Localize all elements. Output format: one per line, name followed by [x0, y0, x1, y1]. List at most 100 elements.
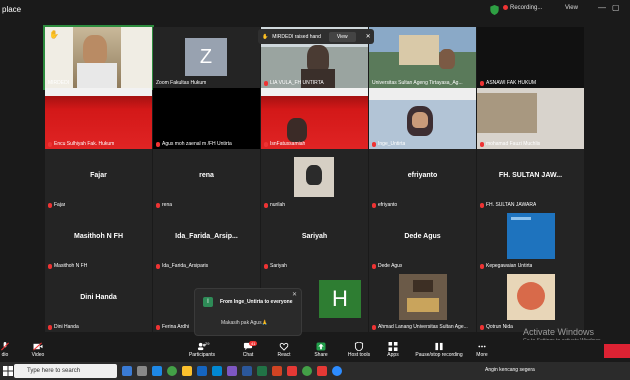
- muted-mic-icon: [480, 263, 484, 269]
- windows-taskbar: Type here to search Angin kencang segera: [0, 362, 630, 380]
- app-icon[interactable]: [227, 366, 237, 376]
- participants-button[interactable]: 29 Participants: [185, 341, 219, 358]
- participant-name: Inge_Untirta: [372, 141, 405, 147]
- participant-name: Kepegawaian Untirta: [480, 263, 532, 269]
- chrome-icon[interactable]: [302, 366, 312, 376]
- participant-tile[interactable]: Encu Sulhiyah Fak. Hukum: [45, 88, 152, 149]
- muted-mic-icon: [480, 324, 484, 330]
- task-view-icon[interactable]: [122, 366, 132, 376]
- title-bar: place Recording... View — ▢: [0, 0, 630, 22]
- mic-icon: [1, 342, 9, 351]
- widgets-icon[interactable]: [137, 366, 147, 376]
- close-icon[interactable]: ✕: [292, 291, 297, 298]
- security-shield-icon[interactable]: [490, 5, 499, 15]
- weather-notification[interactable]: Angin kencang segera: [485, 367, 535, 373]
- share-icon: [316, 342, 326, 351]
- participant-tile[interactable]: ASNAWI FAK HUKUM: [477, 27, 584, 88]
- recording-indicator[interactable]: Recording...: [503, 5, 542, 11]
- participant-tile[interactable]: Ahmad Lanang Universitas Sultan Age...: [369, 271, 476, 332]
- participant-tile[interactable]: Inge_Untirta: [369, 88, 476, 149]
- chat-message: Makasih pak Agus🙏: [221, 320, 268, 326]
- raised-hand-icon: ✋: [49, 30, 59, 39]
- participant-name: Masithoh N FH: [48, 263, 87, 269]
- participant-tile[interactable]: Z Zoom Fakultas Hukum: [153, 27, 260, 88]
- chat-button[interactable]: 41 Chat: [231, 341, 265, 358]
- audio-button[interactable]: dio: [0, 342, 22, 358]
- share-button[interactable]: Share: [304, 342, 338, 358]
- shield-icon: [354, 342, 364, 351]
- muted-mic-icon: [480, 202, 484, 208]
- participant-display-name: Fajar: [90, 172, 107, 179]
- more-button[interactable]: More: [465, 342, 499, 358]
- participant-tile[interactable]: nurilah: [261, 149, 368, 210]
- participant-display-name: rena: [199, 172, 214, 179]
- store-icon[interactable]: [197, 366, 207, 376]
- participant-tile[interactable]: Dini Handa Dini Handa: [45, 271, 152, 332]
- participant-name: Dini Handa: [48, 324, 79, 330]
- participant-tile[interactable]: mohamad Fauzi Muchlis: [477, 88, 584, 149]
- participant-tile[interactable]: efriyanto efriyanto: [369, 149, 476, 210]
- mail-icon[interactable]: [212, 366, 222, 376]
- react-button[interactable]: React: [267, 342, 301, 358]
- participant-tile[interactable]: Dede Agus Dede Agus: [369, 210, 476, 271]
- view-button[interactable]: View: [565, 5, 578, 11]
- participant-tile[interactable]: Masithoh N FH Masithoh N FH: [45, 210, 152, 271]
- participant-tile[interactable]: Universitas Sultan Ageng Tirtayasa_Ag...: [369, 27, 476, 88]
- muted-mic-icon: [156, 141, 160, 147]
- participant-tile[interactable]: Ida_Farida_Arsip... Ida_Farida_Arsiparis: [153, 210, 260, 271]
- maximize-icon[interactable]: ▢: [612, 3, 620, 12]
- avatar: H: [319, 280, 361, 318]
- participant-name: mohamad Fauzi Muchlis: [480, 141, 540, 147]
- participant-name: Encu Sulhiyah Fak. Hukum: [48, 141, 114, 147]
- participant-name: Dede Agus: [372, 263, 402, 269]
- heart-icon: [279, 342, 289, 351]
- host-tools-button[interactable]: Host tools: [342, 342, 376, 358]
- participant-tile[interactable]: Qotrun Nida: [477, 271, 584, 332]
- windows-start-icon[interactable]: [3, 366, 13, 376]
- participant-name: Ida_Farida_Arsiparis: [156, 263, 208, 269]
- participant-tile[interactable]: IsnFatussamiah: [261, 88, 368, 149]
- screen-share-thumbnail: [507, 213, 555, 259]
- app-icon[interactable]: [317, 366, 327, 376]
- end-meeting-button[interactable]: [604, 344, 630, 358]
- muted-mic-icon: [264, 141, 268, 147]
- participant-count: 29: [205, 341, 210, 346]
- participant-name: Agus moh zaenal m /FH Untirta: [156, 141, 232, 147]
- zoom-icon[interactable]: [332, 366, 342, 376]
- chat-sender: From Inge_Untirta to everyone: [220, 299, 293, 305]
- close-icon[interactable]: ✕: [366, 33, 371, 40]
- muted-mic-icon: [372, 202, 376, 208]
- participant-name: MIRDEDI: [48, 80, 70, 86]
- minimize-icon[interactable]: —: [598, 3, 606, 12]
- edge-icon[interactable]: [152, 366, 162, 376]
- participant-tile[interactable]: Agus moh zaenal m /FH Untirta: [153, 88, 260, 149]
- file-explorer-icon[interactable]: [182, 366, 192, 376]
- chrome-icon[interactable]: [167, 366, 177, 376]
- participant-tile[interactable]: FH. SULTAN JAW... FH. SULTAN JAWARA: [477, 149, 584, 210]
- video-button[interactable]: Video: [21, 342, 55, 358]
- muted-mic-icon: [156, 202, 160, 208]
- avatar: [507, 274, 555, 320]
- chat-notification[interactable]: ✕ I From Inge_Untirta to everyone Makasi…: [194, 288, 302, 336]
- powerpoint-icon[interactable]: [272, 366, 282, 376]
- participant-tile[interactable]: rena rena: [153, 149, 260, 210]
- muted-mic-icon: [372, 263, 376, 269]
- participant-gallery: ✋ MIRDEDI Z Zoom Fakultas Hukum LIA VULA…: [42, 25, 587, 333]
- participant-display-name: FH. SULTAN JAW...: [498, 172, 563, 179]
- participant-tile[interactable]: ✋ MIRDEDI: [43, 25, 154, 90]
- muted-mic-icon: [48, 141, 52, 147]
- apps-button[interactable]: Apps: [376, 342, 410, 358]
- recording-control-button[interactable]: Pause/stop recording: [414, 342, 464, 358]
- word-icon[interactable]: [242, 366, 252, 376]
- muted-mic-icon: [480, 141, 484, 147]
- muted-mic-icon: [480, 80, 484, 86]
- participant-tile[interactable]: Fajar Fajar: [45, 149, 152, 210]
- raised-hand-notification: ✋ MIRDEDI raised hand View ✕: [258, 29, 374, 44]
- raised-hand-view-button[interactable]: View: [328, 31, 356, 42]
- participant-tile[interactable]: Sariyah Sariyah: [261, 210, 368, 271]
- taskbar-search-input[interactable]: Type here to search: [14, 364, 117, 378]
- excel-icon[interactable]: [257, 366, 267, 376]
- participant-tile[interactable]: Kepegawaian Untirta: [477, 210, 584, 271]
- pdf-icon[interactable]: [287, 366, 297, 376]
- participant-display-name: Masithoh N FH: [74, 233, 123, 240]
